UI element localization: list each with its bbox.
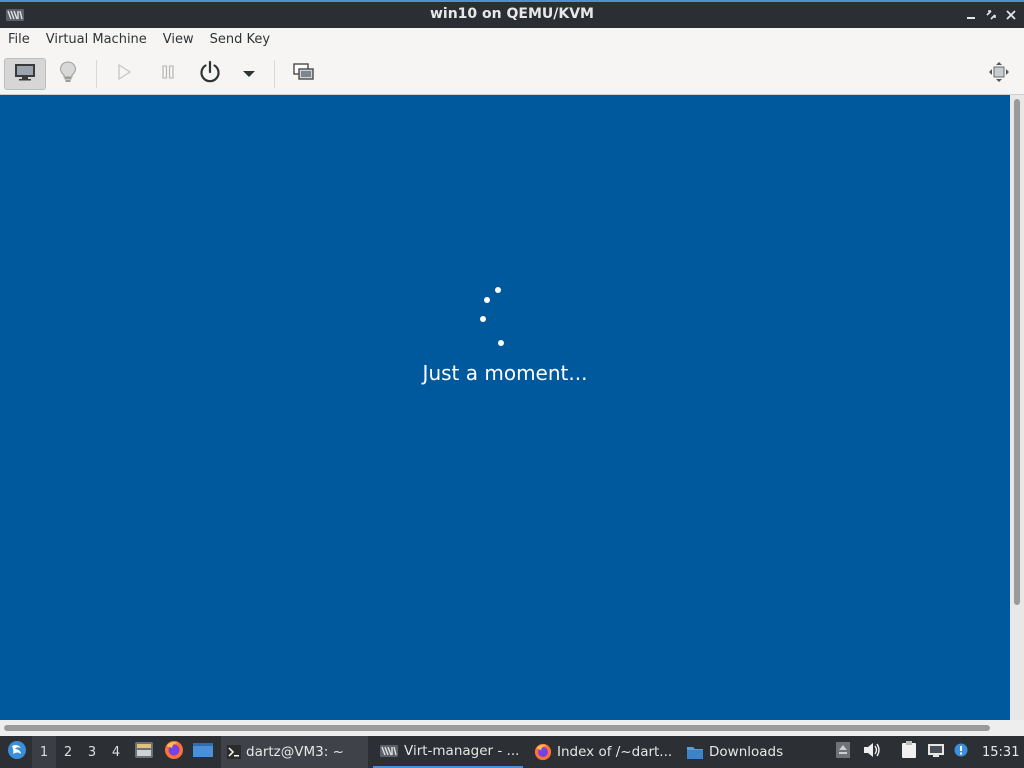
run-play-icon	[117, 63, 132, 84]
menu-file[interactable]: File	[0, 28, 38, 52]
details-view-button[interactable]	[52, 58, 84, 90]
vm-console-display[interactable]: Just a moment...	[0, 95, 1010, 720]
start-menu-button[interactable]	[4, 736, 30, 768]
menu-bar: File Virtual Machine View Send Key	[0, 28, 1024, 52]
window-titlebar[interactable]: win10 on QEMU/KVM	[0, 0, 1024, 28]
file-manager-launcher[interactable]	[133, 736, 155, 768]
clipboard-icon	[901, 741, 917, 763]
toolbar	[0, 52, 1024, 95]
menu-send-key[interactable]: Send Key	[202, 28, 278, 52]
fullscreen-button[interactable]	[984, 58, 1014, 90]
virt-manager-icon	[379, 745, 399, 757]
workspace-3[interactable]: 3	[80, 736, 104, 768]
minimize-icon[interactable]	[964, 8, 978, 22]
snapshots-button[interactable]	[288, 58, 320, 90]
file-manager-icon	[134, 741, 154, 763]
task-label: Index of /~dart...	[557, 744, 673, 760]
eject-icon	[836, 742, 850, 762]
details-lightbulb-icon	[60, 61, 76, 87]
window-title: win10 on QEMU/KVM	[429, 6, 594, 22]
horizontal-scrollbar[interactable]	[0, 720, 1024, 736]
firefox-icon	[164, 740, 184, 764]
show-desktop-launcher[interactable]	[192, 736, 214, 768]
console-display-icon	[14, 63, 36, 85]
tray-volume[interactable]	[862, 736, 882, 768]
pause-icon	[161, 65, 175, 83]
info-icon	[954, 743, 968, 761]
volume-icon	[863, 742, 881, 762]
close-icon[interactable]	[1004, 8, 1018, 22]
firefox-icon	[534, 743, 552, 761]
shutdown-menu-button[interactable]	[236, 58, 262, 90]
tray-info[interactable]	[952, 736, 970, 768]
vertical-scrollbar[interactable]	[1010, 95, 1024, 720]
network-icon	[927, 742, 945, 762]
terminal-icon	[227, 745, 241, 759]
task-terminal[interactable]: dartz@VM3: ~	[221, 736, 368, 768]
task-label: Virt-manager - ...	[404, 743, 520, 759]
fullscreen-resize-icon	[988, 61, 1010, 87]
boot-status-message: Just a moment...	[422, 361, 588, 385]
show-desktop-icon	[193, 742, 213, 762]
console-view-button[interactable]	[4, 58, 46, 90]
power-menu-dropdown-icon	[243, 67, 255, 82]
tray-network[interactable]	[926, 736, 946, 768]
firefox-launcher[interactable]	[163, 736, 185, 768]
taskbar: 1 2 3 4 dartz@VM3: ~ Virt-manager - ... …	[0, 736, 1024, 768]
shutdown-button[interactable]	[194, 58, 226, 90]
menu-view[interactable]: View	[155, 28, 202, 52]
start-menu-icon	[7, 740, 27, 764]
menu-virtual-machine[interactable]: Virtual Machine	[38, 28, 155, 52]
task-firefox[interactable]: Index of /~dart...	[528, 736, 676, 768]
task-label: dartz@VM3: ~	[246, 744, 344, 760]
restore-icon[interactable]	[984, 8, 998, 22]
power-icon	[198, 60, 222, 88]
task-virt-manager[interactable]: Virt-manager - ...	[373, 736, 523, 768]
tray-clipboard[interactable]	[899, 736, 919, 768]
tray-eject[interactable]	[834, 736, 852, 768]
workspace-2[interactable]: 2	[56, 736, 80, 768]
workspace-4[interactable]: 4	[104, 736, 128, 768]
run-button[interactable]	[108, 58, 140, 90]
snapshots-icon	[293, 63, 315, 85]
workspace-1[interactable]: 1	[32, 736, 56, 768]
task-label: Downloads	[709, 744, 784, 760]
taskbar-clock[interactable]: 15:31	[982, 736, 1020, 768]
folder-icon	[686, 744, 704, 760]
task-downloads[interactable]: Downloads	[680, 736, 790, 768]
pause-button[interactable]	[152, 58, 184, 90]
